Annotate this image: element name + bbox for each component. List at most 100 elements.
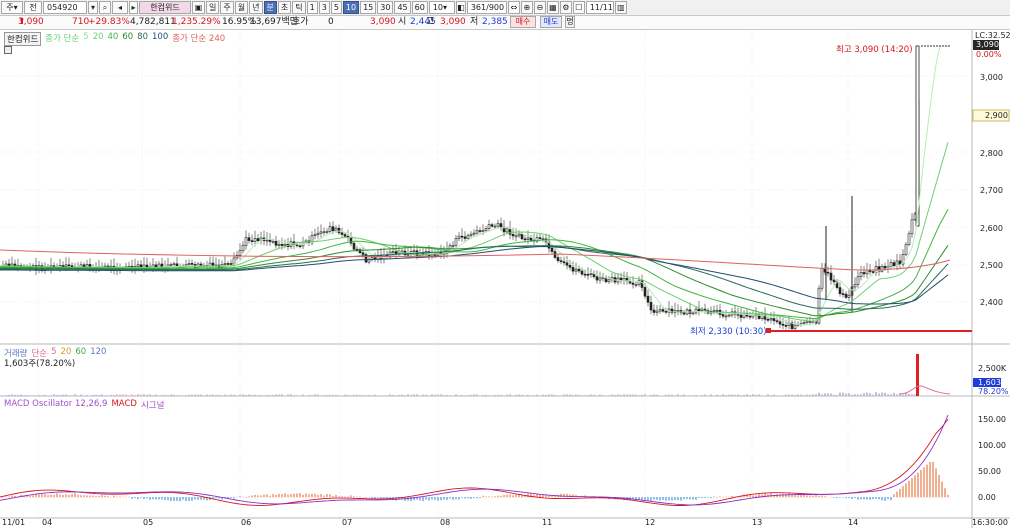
candle-body xyxy=(170,264,172,265)
market-select[interactable]: 주▾ xyxy=(1,1,23,14)
macd-bar xyxy=(704,497,706,498)
volume-bar xyxy=(869,393,871,396)
volume-bar xyxy=(437,395,439,396)
volume-bar xyxy=(374,395,376,396)
candle-body xyxy=(596,277,598,280)
interval-45[interactable]: 45 xyxy=(394,1,410,14)
stock-name-field[interactable]: 한컴위드 xyxy=(139,1,191,14)
period-day[interactable]: 일 xyxy=(206,1,219,14)
code-input[interactable]: 054920 xyxy=(43,1,87,14)
interval-3[interactable]: 3 xyxy=(319,1,330,14)
volume-bar xyxy=(764,395,766,396)
code-dropdown-icon[interactable]: ▾ xyxy=(88,1,98,14)
candle-body xyxy=(842,294,844,295)
price-pane-name[interactable]: 한컴위드 xyxy=(4,32,41,46)
grid-icon[interactable]: ▦ xyxy=(547,1,559,14)
interval-15[interactable]: 15 xyxy=(360,1,376,14)
settings-icon[interactable]: ⚙ xyxy=(560,1,572,14)
interval-1[interactable]: 1 xyxy=(307,1,318,14)
volume-bar xyxy=(758,394,760,396)
volume-bar xyxy=(89,395,91,396)
volume-bar xyxy=(383,395,385,396)
period-second[interactable]: 초 xyxy=(278,1,291,14)
macd-bar xyxy=(293,494,295,498)
chart-area[interactable]: 한컴위드 종가 단순 5 20 40 60 80 100 종가 단순 240 최… xyxy=(0,30,1010,528)
volume-bar xyxy=(884,393,886,396)
period-minute[interactable]: 분 xyxy=(264,1,277,14)
macd-bar xyxy=(428,497,430,501)
volume-value: 1,603주(78.20%) xyxy=(4,357,75,369)
period-year[interactable]: 년 xyxy=(249,1,262,14)
volume-bar xyxy=(110,395,112,396)
volume-bar xyxy=(677,394,679,396)
macd-bar xyxy=(818,496,820,497)
period-week[interactable]: 주 xyxy=(220,1,233,14)
side-badge-text: 2,900 xyxy=(985,111,1008,120)
candle-body xyxy=(908,234,910,245)
memo-icon[interactable]: ▣ xyxy=(192,1,205,14)
macd-bar xyxy=(680,497,682,501)
candle-body xyxy=(224,263,226,264)
candle-body xyxy=(479,231,481,232)
interval-30[interactable]: 30 xyxy=(377,1,393,14)
prev-stock-icon[interactable]: ◂ xyxy=(112,1,128,14)
macd-bar xyxy=(866,497,868,500)
lock-icon[interactable]: ◧ xyxy=(456,1,466,14)
volume-badge-pct: 78.20% xyxy=(978,387,1009,396)
macd-bar xyxy=(176,497,178,501)
zoom-in-icon[interactable]: ⊕ xyxy=(521,1,533,14)
macd-pane-name[interactable]: MACD Oscillator 12,26,9 xyxy=(4,399,107,411)
macd-bar xyxy=(824,496,826,497)
macd-bar xyxy=(230,497,232,498)
candle-body xyxy=(86,264,88,266)
volume-bar xyxy=(515,395,517,396)
candle-body xyxy=(332,227,334,231)
volume-bar xyxy=(902,395,904,396)
volume-bar xyxy=(842,393,844,396)
interval-5[interactable]: 5 xyxy=(331,1,342,14)
candle-body xyxy=(539,238,541,239)
next-stock-icon[interactable]: ▸ xyxy=(129,1,138,14)
macd-bar xyxy=(659,497,661,500)
candle-body xyxy=(728,315,730,316)
macd-bar xyxy=(812,496,814,498)
search-icon[interactable]: ⌕ xyxy=(99,1,111,14)
candle-body xyxy=(827,272,829,273)
table-icon[interactable] xyxy=(4,46,12,54)
macd-bar xyxy=(290,494,292,497)
macd-bar xyxy=(797,495,799,497)
period-month[interactable]: 월 xyxy=(235,1,248,14)
zoom-out-icon[interactable]: ⊖ xyxy=(534,1,546,14)
date-field[interactable]: 11/11 xyxy=(586,1,614,14)
sell-button[interactable]: 매도 xyxy=(540,16,562,28)
macd-bar xyxy=(371,497,373,498)
candle-body xyxy=(551,248,553,251)
volume-bar xyxy=(680,395,682,396)
macd-bar xyxy=(527,493,529,497)
candle-body xyxy=(413,251,415,252)
type-select[interactable]: 전 xyxy=(24,1,42,14)
checkbox-icon[interactable]: ☐ xyxy=(573,1,585,14)
zoom-fit-icon[interactable]: ⇔ xyxy=(508,1,520,14)
volume-bar xyxy=(878,394,880,396)
volume-bar xyxy=(71,395,73,396)
volume-ma-120: 120 xyxy=(90,347,106,359)
count-field[interactable]: 361/900 xyxy=(467,1,507,14)
macd-bar xyxy=(155,497,157,500)
interval-10[interactable]: 10 xyxy=(343,1,359,14)
interval-60[interactable]: 60 xyxy=(412,1,428,14)
period-tick[interactable]: 틱 xyxy=(292,1,305,14)
candle-body xyxy=(344,234,346,236)
volume-bar xyxy=(881,392,883,396)
candle-body xyxy=(266,240,268,241)
volume-bar xyxy=(74,394,76,396)
extra-button[interactable]: 멍 xyxy=(565,16,575,28)
volume-bar xyxy=(338,395,340,396)
calendar-icon[interactable]: ▥ xyxy=(615,1,627,14)
volume-bar xyxy=(323,395,325,396)
candle-body xyxy=(779,322,781,324)
macd-bar xyxy=(275,495,277,498)
buy-button[interactable]: 매수 xyxy=(510,16,536,28)
volume-bar xyxy=(731,394,733,396)
interval-input[interactable]: 10▾ xyxy=(429,1,455,14)
